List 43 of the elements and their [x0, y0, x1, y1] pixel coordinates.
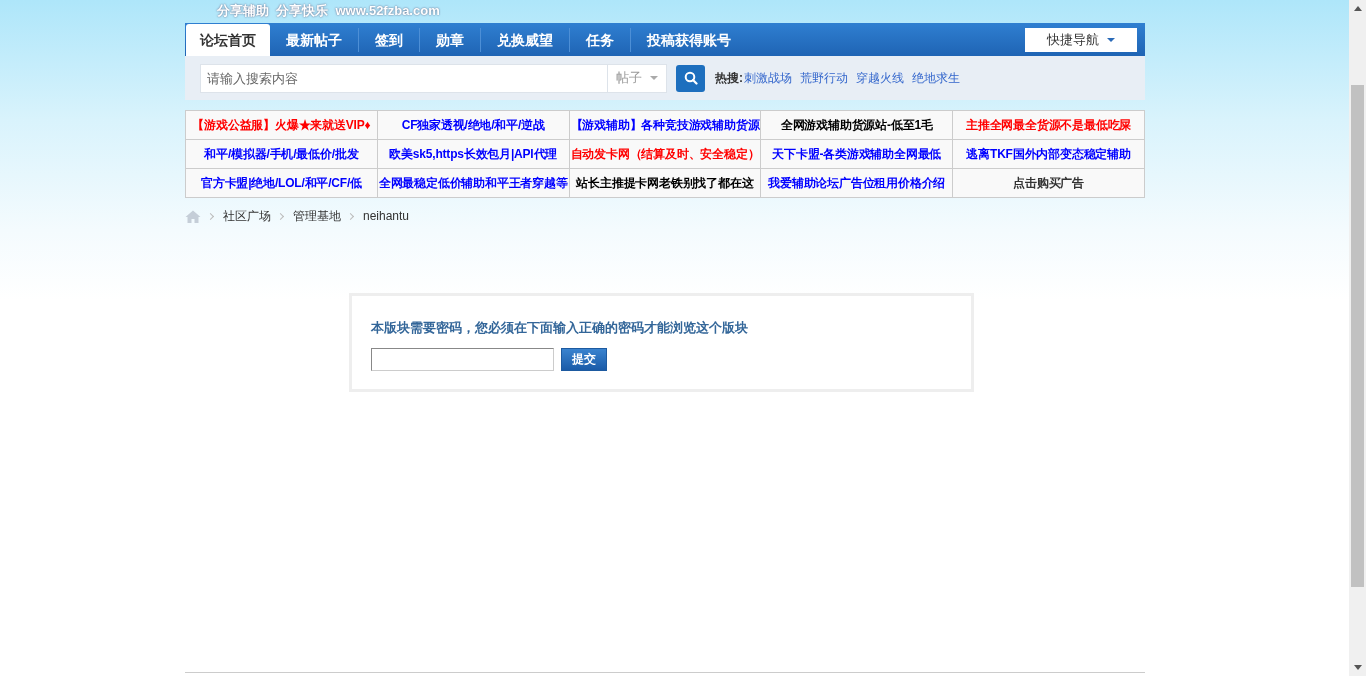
ad-link[interactable]: 点击购买广告 [953, 169, 1145, 198]
ad-link[interactable]: 全网最稳定低价辅助和平王者穿越等 [377, 169, 570, 198]
ad-link[interactable]: 【游戏辅助】各种竞技游戏辅助货源 [569, 111, 762, 140]
hot-search-link[interactable]: 绝地求生 [912, 69, 960, 87]
caret-icon [650, 76, 658, 80]
quick-nav-button[interactable]: 快捷导航 [1025, 27, 1137, 52]
password-field[interactable] [370, 347, 554, 371]
ad-link[interactable]: 【游戏公益服】火爆★来就送VIP♦ [186, 111, 378, 140]
password-prompt: 本版块需要密码，您必须在下面输入正确的密码才能浏览这个版块 [370, 319, 749, 337]
ad-link[interactable]: 天下卡盟-各类游戏辅助全网最低 [761, 140, 954, 169]
caret-icon [1107, 37, 1115, 42]
scroll-down-icon[interactable] [1353, 665, 1362, 670]
nav-tab[interactable]: 投稿获得账号 [631, 24, 747, 56]
ad-link[interactable]: 逃离TKF国外内部变态稳定辅助 [953, 140, 1145, 169]
ad-link[interactable]: 自动发卡网（结算及时、安全稳定） [569, 140, 762, 169]
ad-link[interactable]: 站长主推提卡网老铁别找了都在这 [569, 169, 762, 198]
search-button[interactable] [676, 64, 705, 92]
ad-link[interactable]: CF独家透视/绝地/和平/逆战 [377, 111, 570, 140]
hot-search-link[interactable]: 穿越火线 [856, 69, 904, 87]
ad-link[interactable]: 和平/模拟器/手机/最低价/批发 [186, 140, 378, 169]
hot-search-link[interactable]: 刺激战场 [744, 69, 792, 87]
breadcrumb-link[interactable]: 社区广场 [223, 207, 271, 225]
nav-tab[interactable]: 兑换威望 [481, 24, 569, 56]
nav-tab[interactable]: 任务 [570, 24, 630, 56]
ad-link[interactable]: 官方卡盟|绝地/LOL/和平/CF/低 [186, 169, 378, 198]
ad-link[interactable]: 欧美sk5,https长效包月|API代理 [377, 140, 570, 169]
ad-link[interactable]: 全网游戏辅助货源站-低至1毛 [761, 111, 954, 140]
scroll-up-icon[interactable] [1353, 6, 1362, 11]
ad-link[interactable]: 我爱辅助论坛广告位租用价格介绍 [761, 169, 954, 198]
nav-tab[interactable]: 勋章 [420, 24, 480, 56]
submit-button[interactable]: 提交 [560, 347, 607, 371]
scrollbar[interactable] [1349, 0, 1366, 676]
nav-tab[interactable]: 论坛首页 [186, 24, 270, 56]
ad-link[interactable]: 主推全网最全货源不是最低吃屎 [953, 111, 1145, 140]
hot-search-label: 热搜: [715, 70, 743, 87]
nav-tab[interactable]: 签到 [359, 24, 419, 56]
search-icon [683, 71, 698, 85]
breadcrumb-link[interactable]: 管理基地 [293, 207, 341, 225]
site-slogan: 分享辅助 分享快乐 www.52fzba.com [217, 3, 440, 18]
breadcrumb-link[interactable]: neihantu [363, 207, 410, 225]
hot-search-link[interactable]: 荒野行动 [800, 69, 848, 87]
scroll-thumb[interactable] [1351, 85, 1364, 587]
nav-tab[interactable]: 最新帖子 [270, 24, 358, 56]
